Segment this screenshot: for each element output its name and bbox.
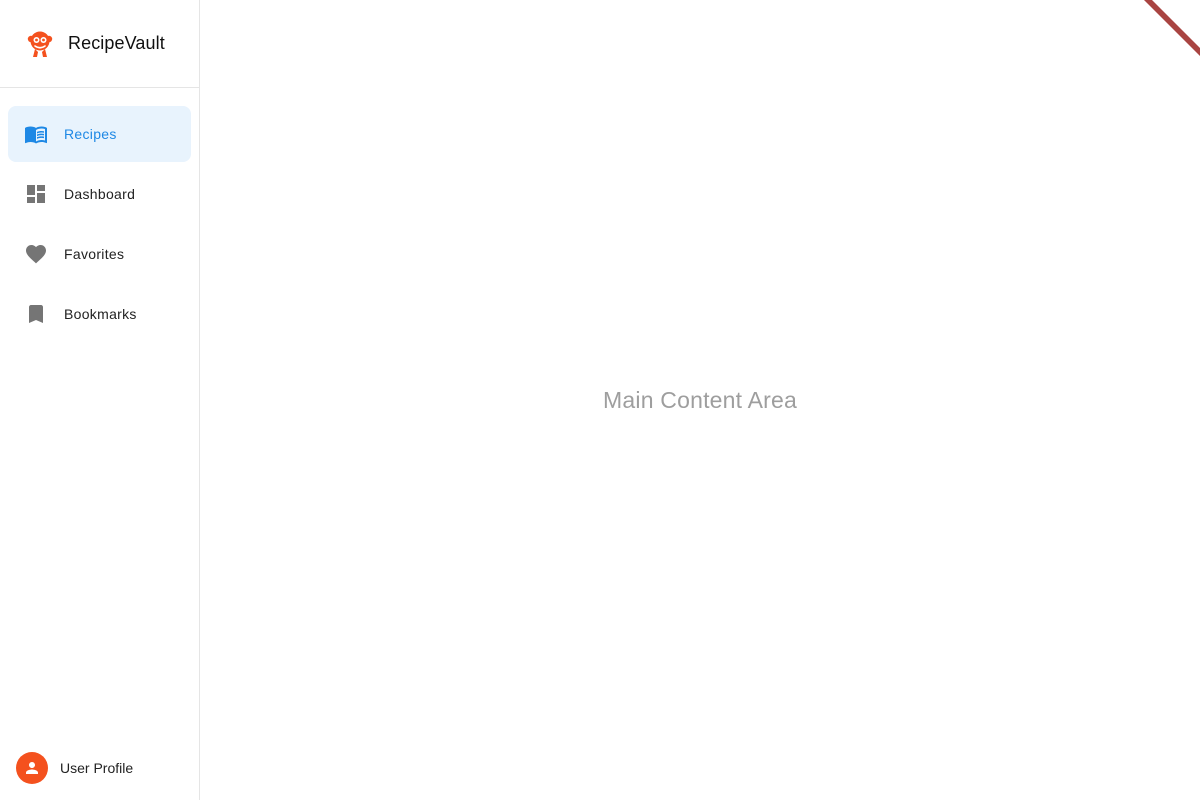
avatar	[16, 752, 48, 784]
sidebar: RecipeVault Recipes Dashboard Favorites …	[0, 0, 200, 800]
user-profile-label: User Profile	[60, 760, 134, 776]
main-placeholder-text: Main Content Area	[603, 386, 797, 413]
app-shell: RecipeVault Recipes Dashboard Favorites …	[0, 0, 1200, 800]
menu-book-icon	[25, 126, 47, 144]
heart-icon	[26, 245, 46, 264]
sidebar-item-label: Favorites	[64, 246, 125, 262]
dashboard-icon	[27, 185, 45, 203]
sidebar-item-label: Bookmarks	[64, 306, 137, 322]
sidebar-item-recipes[interactable]: Recipes	[8, 106, 191, 162]
sidebar-item-favorites[interactable]: Favorites	[8, 226, 191, 282]
monkey-logo-icon	[27, 31, 53, 57]
sidebar-item-dashboard[interactable]: Dashboard	[8, 166, 191, 222]
sidebar-item-label: Dashboard	[64, 186, 136, 202]
sidebar-item-label: Recipes	[64, 126, 117, 142]
app-name: RecipeVault	[68, 33, 165, 53]
bookmark-icon	[29, 305, 43, 323]
main-content: Main Content Area	[200, 0, 1200, 800]
sidebar-item-bookmarks[interactable]: Bookmarks	[8, 286, 191, 342]
corner-ribbon	[1140, 0, 1200, 60]
brand-header[interactable]: RecipeVault	[0, 0, 199, 88]
sidebar-nav: Recipes Dashboard Favorites Bookmarks	[0, 88, 199, 342]
person-icon	[26, 762, 38, 774]
ribbon-graphic	[1144, 0, 1200, 56]
user-profile-button[interactable]: User Profile	[16, 752, 133, 784]
